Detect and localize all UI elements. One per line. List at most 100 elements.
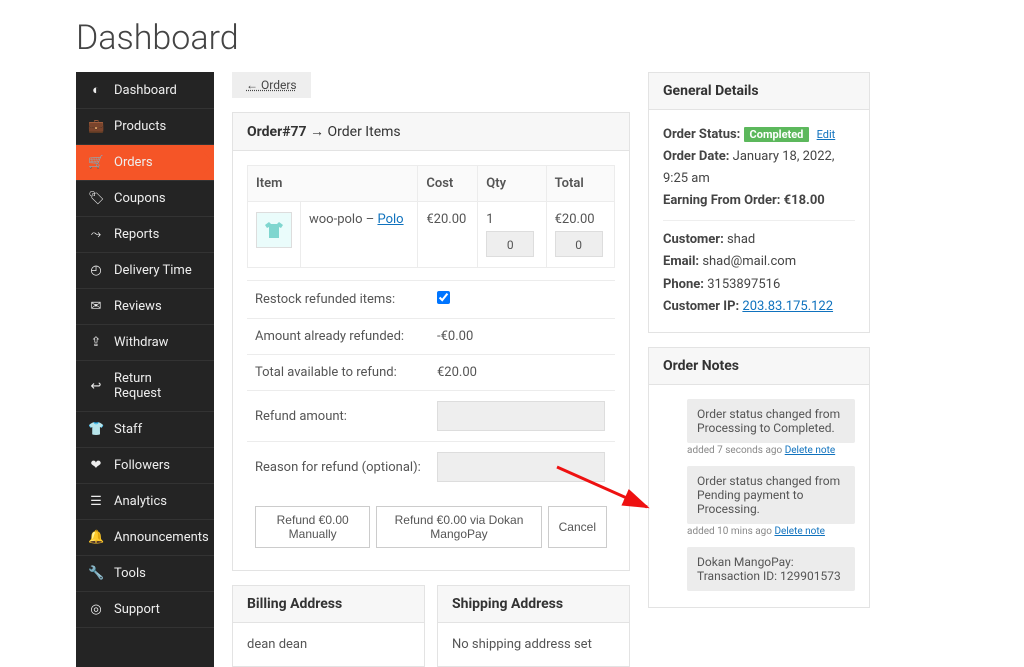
refund-total-input[interactable]: 0: [555, 231, 603, 257]
delete-note-link[interactable]: Delete note: [774, 526, 824, 537]
sidebar-item-withdraw[interactable]: ⇪ Withdraw: [76, 325, 214, 361]
col-item: Item: [248, 166, 418, 202]
sidebar-item-label: Reviews: [114, 299, 162, 314]
order-date-label: Order Date:: [663, 149, 733, 164]
shipping-header: Shipping Address: [438, 586, 629, 623]
sidebar-item-reviews[interactable]: ✉ Reviews: [76, 289, 214, 325]
shipping-body: No shipping address set: [438, 623, 629, 666]
sidebar-item-dashboard[interactable]: ◐Dashboard: [76, 72, 214, 109]
sidebar-item-label: Staff: [114, 422, 142, 437]
refund-mangopay-button[interactable]: Refund €0.00 via Dokan MangoPay: [376, 506, 541, 548]
sidebar-item-tools[interactable]: 🔧 Tools: [76, 556, 214, 592]
general-details-body: Order Status: Completed Edit Order Date:…: [649, 110, 869, 332]
sidebar-item-label: Withdraw: [114, 335, 168, 350]
available-refund-row: Total available to refund: €20.00: [247, 355, 615, 391]
order-items-body: Item Cost Qty Total: [233, 151, 629, 570]
note-time: added 10 mins ago: [687, 526, 774, 537]
sidebar-item-label: Support: [114, 602, 160, 617]
sidebar-item-followers[interactable]: ❤Followers: [76, 448, 214, 484]
comment-icon: ✉: [88, 299, 104, 314]
wrench-icon: 🔧: [88, 566, 104, 581]
tshirt-icon: [262, 218, 286, 242]
phone-label: Phone:: [663, 277, 707, 292]
refund-reason-label: Reason for refund (optional):: [255, 460, 437, 475]
sidebar-item-delivery-time[interactable]: ◴Delivery Time: [76, 253, 214, 289]
item-qty-cell: 1 0: [478, 202, 546, 268]
order-note-meta: added 10 mins ago Delete note: [687, 526, 855, 537]
cancel-refund-button[interactable]: Cancel: [548, 506, 607, 548]
col-cost: Cost: [418, 166, 478, 202]
tags-icon: 🏷: [88, 191, 104, 206]
sidebar-item-staff[interactable]: 👕Staff: [76, 412, 214, 448]
email-value: shad@mail.com: [702, 254, 796, 269]
phone-value: 3153897516: [707, 277, 780, 292]
billing-body: dean dean: [233, 623, 424, 666]
available-refund-value: €20.00: [437, 365, 607, 380]
chart-icon: ⤳: [88, 227, 104, 242]
ip-link[interactable]: 203.83.175.122: [742, 299, 833, 314]
cart-icon: 🛒: [88, 155, 104, 170]
order-status-badge: Completed: [744, 127, 810, 142]
sidebar-item-label: Coupons: [114, 191, 166, 206]
item-row: woo-polo – Polo €20.00 1 0 €20.00 0: [248, 202, 615, 268]
order-items-panel: Order#77 → Order Items Item Cost Qty Tot…: [232, 112, 630, 571]
briefcase-icon: 💼: [88, 119, 104, 134]
sidebar-item-label: Reports: [114, 227, 159, 242]
order-notes-header: Order Notes: [649, 348, 869, 385]
sidebar-item-label: Analytics: [114, 494, 167, 509]
order-number: Order#77: [247, 124, 307, 140]
refund-amount-input[interactable]: [437, 401, 605, 431]
main-content: ← Orders Order#77 → Order Items Item Cos…: [232, 72, 1024, 667]
refund-reason-input[interactable]: [437, 452, 605, 482]
sidebar-item-coupons[interactable]: 🏷 Coupons: [76, 181, 214, 217]
restock-checkbox[interactable]: [437, 291, 450, 304]
sidebar-item-orders[interactable]: 🛒Orders: [76, 145, 214, 181]
already-refunded-label: Amount already refunded:: [255, 329, 437, 344]
order-notes-body: Order status changed from Processing to …: [649, 385, 869, 607]
restock-label: Restock refunded items:: [255, 292, 437, 307]
order-note: Dokan MangoPay: Transaction ID: 12990157…: [687, 547, 855, 591]
column-left: ← Orders Order#77 → Order Items Item Cos…: [232, 72, 630, 667]
life-ring-icon: ◎: [88, 602, 104, 617]
refund-amount-label: Refund amount:: [255, 409, 437, 424]
edit-status-link[interactable]: Edit: [817, 128, 836, 141]
refund-qty-input[interactable]: 0: [486, 231, 534, 257]
order-notes-title: Order Notes: [663, 358, 739, 374]
refund-amount-row: Refund amount:: [247, 391, 615, 442]
customer-value: shad: [727, 232, 755, 247]
billing-header: Billing Address: [233, 586, 424, 623]
delete-note-link[interactable]: Delete note: [785, 445, 835, 456]
product-link[interactable]: Polo: [377, 212, 403, 227]
undo-icon: ↩: [88, 379, 104, 394]
general-details-title: General Details: [663, 83, 759, 99]
sidebar-item-reports[interactable]: ⤳ Reports: [76, 217, 214, 253]
refund-manually-button[interactable]: Refund €0.00 Manually: [255, 506, 370, 548]
sidebar-item-label: Products: [114, 119, 166, 134]
sidebar-item-return-request[interactable]: ↩Return Request: [76, 361, 214, 412]
restock-row: Restock refunded items:: [247, 281, 615, 319]
order-items-header: Order#77 → Order Items: [233, 113, 629, 151]
refund-section: Restock refunded items: Amount already r…: [247, 280, 615, 492]
item-name-prefix: woo-polo –: [309, 212, 377, 227]
sidebar-item-analytics[interactable]: ☰ Analytics: [76, 484, 214, 520]
sidebar-item-label: Dashboard: [114, 83, 177, 98]
note-time: added 7 seconds ago: [687, 445, 785, 456]
upload-icon: ⇪: [88, 335, 104, 350]
bell-icon: 🔔: [88, 530, 104, 545]
sidebar-item-label: Tools: [114, 566, 146, 581]
items-header-row: Item Cost Qty Total: [248, 166, 615, 202]
sidebar: ◐Dashboard 💼 Products 🛒Orders 🏷 Coupons ⤳ Repor…: [76, 72, 214, 667]
sidebar-item-support[interactable]: ◎ Support: [76, 592, 214, 628]
bars-icon: ☰: [88, 494, 104, 509]
shipping-panel: Shipping Address No shipping address set: [437, 585, 630, 667]
ip-label: Customer IP:: [663, 299, 742, 314]
refund-buttons: Refund €0.00 Manually Refund €0.00 via D…: [247, 492, 615, 556]
back-to-orders-link[interactable]: ← Orders: [232, 72, 311, 98]
sidebar-item-label: Followers: [114, 458, 170, 473]
order-note: Order status changed from Processing to …: [687, 399, 855, 443]
order-note-meta: added 7 seconds ago Delete note: [687, 445, 855, 456]
order-notes-panel: Order Notes Order status changed from Pr…: [648, 347, 870, 608]
sidebar-item-products[interactable]: 💼 Products: [76, 109, 214, 145]
email-label: Email:: [663, 254, 702, 269]
sidebar-item-announcements[interactable]: 🔔Announcements: [76, 520, 214, 556]
